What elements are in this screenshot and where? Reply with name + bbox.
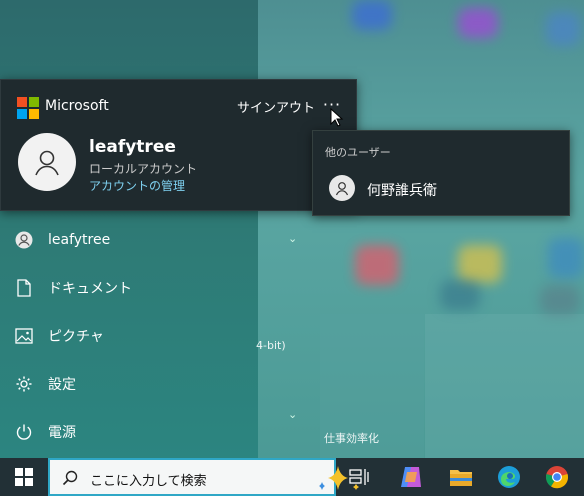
avatar [18, 133, 76, 191]
nav-item-settings[interactable]: 設定 [0, 362, 258, 406]
edge-icon[interactable] [494, 462, 524, 492]
blurred-tile-icon [440, 280, 480, 310]
blurred-tile-icon [352, 0, 392, 30]
blurred-tile-icon [355, 245, 399, 285]
blurred-tile-icon [546, 12, 580, 46]
blurred-tile-icon [458, 8, 498, 38]
gear-icon [0, 375, 48, 393]
taskbar: ここに入力して検索 [0, 458, 584, 496]
other-users-flyout: 他のユーザー 何野誰兵衛 [312, 130, 570, 216]
blurred-tile-icon [548, 238, 584, 278]
nav-item-label: ドキュメント [48, 281, 132, 297]
task-view-icon[interactable] [344, 462, 374, 492]
search-placeholder: ここに入力して検索 [90, 474, 207, 489]
windows-logo-icon [15, 468, 33, 486]
nav-item-user[interactable]: leafytree [0, 218, 258, 262]
microsoft-logo-icon [17, 97, 39, 119]
nav-item-label: 設定 [48, 377, 76, 393]
account-flyout: Microsoft サインアウト ··· leafytree ローカルアカウント… [0, 79, 357, 211]
nav-item-label: 電源 [48, 425, 76, 441]
nav-item-label: leafytree [48, 232, 111, 248]
user-icon [35, 150, 59, 176]
nav-item-power[interactable]: 電源 [0, 410, 258, 454]
tile-group-blur [425, 314, 584, 458]
copilot-icon[interactable] [396, 462, 426, 492]
other-users-title: 他のユーザー [325, 146, 391, 159]
document-icon [0, 279, 48, 297]
blurred-tile-icon [540, 285, 580, 315]
user-icon [329, 175, 355, 201]
search-icon [62, 470, 78, 490]
search-input[interactable]: ここに入力して検索 [48, 458, 359, 496]
chevron-down-icon[interactable]: ⌄ [288, 232, 297, 245]
tile-group-label: 仕事効率化 [324, 432, 379, 445]
picture-icon [0, 328, 48, 344]
user-icon [0, 231, 48, 249]
nav-item-label: ピクチャ [48, 329, 104, 345]
mouse-cursor-icon [330, 107, 344, 132]
account-user-name: leafytree [89, 137, 176, 157]
app-list-partial-text: 4-bit) [256, 339, 286, 352]
power-icon [0, 423, 48, 441]
signout-button[interactable]: サインアウト [237, 97, 315, 116]
start-button[interactable] [0, 458, 48, 496]
file-explorer-icon[interactable] [446, 462, 476, 492]
other-user-name: 何野誰兵衛 [367, 183, 437, 199]
account-type-label: ローカルアカウント [89, 162, 198, 176]
chevron-down-icon[interactable]: ⌄ [288, 408, 297, 421]
other-user-item[interactable]: 何野誰兵衛 [313, 171, 569, 207]
nav-item-documents[interactable]: ドキュメント [0, 266, 258, 310]
manage-account-link[interactable]: アカウントの管理 [89, 177, 185, 194]
blurred-tile-icon [458, 245, 502, 283]
chrome-icon[interactable] [542, 462, 572, 492]
nav-item-pictures[interactable]: ピクチャ [0, 314, 258, 358]
microsoft-brand-label: Microsoft [45, 98, 109, 114]
